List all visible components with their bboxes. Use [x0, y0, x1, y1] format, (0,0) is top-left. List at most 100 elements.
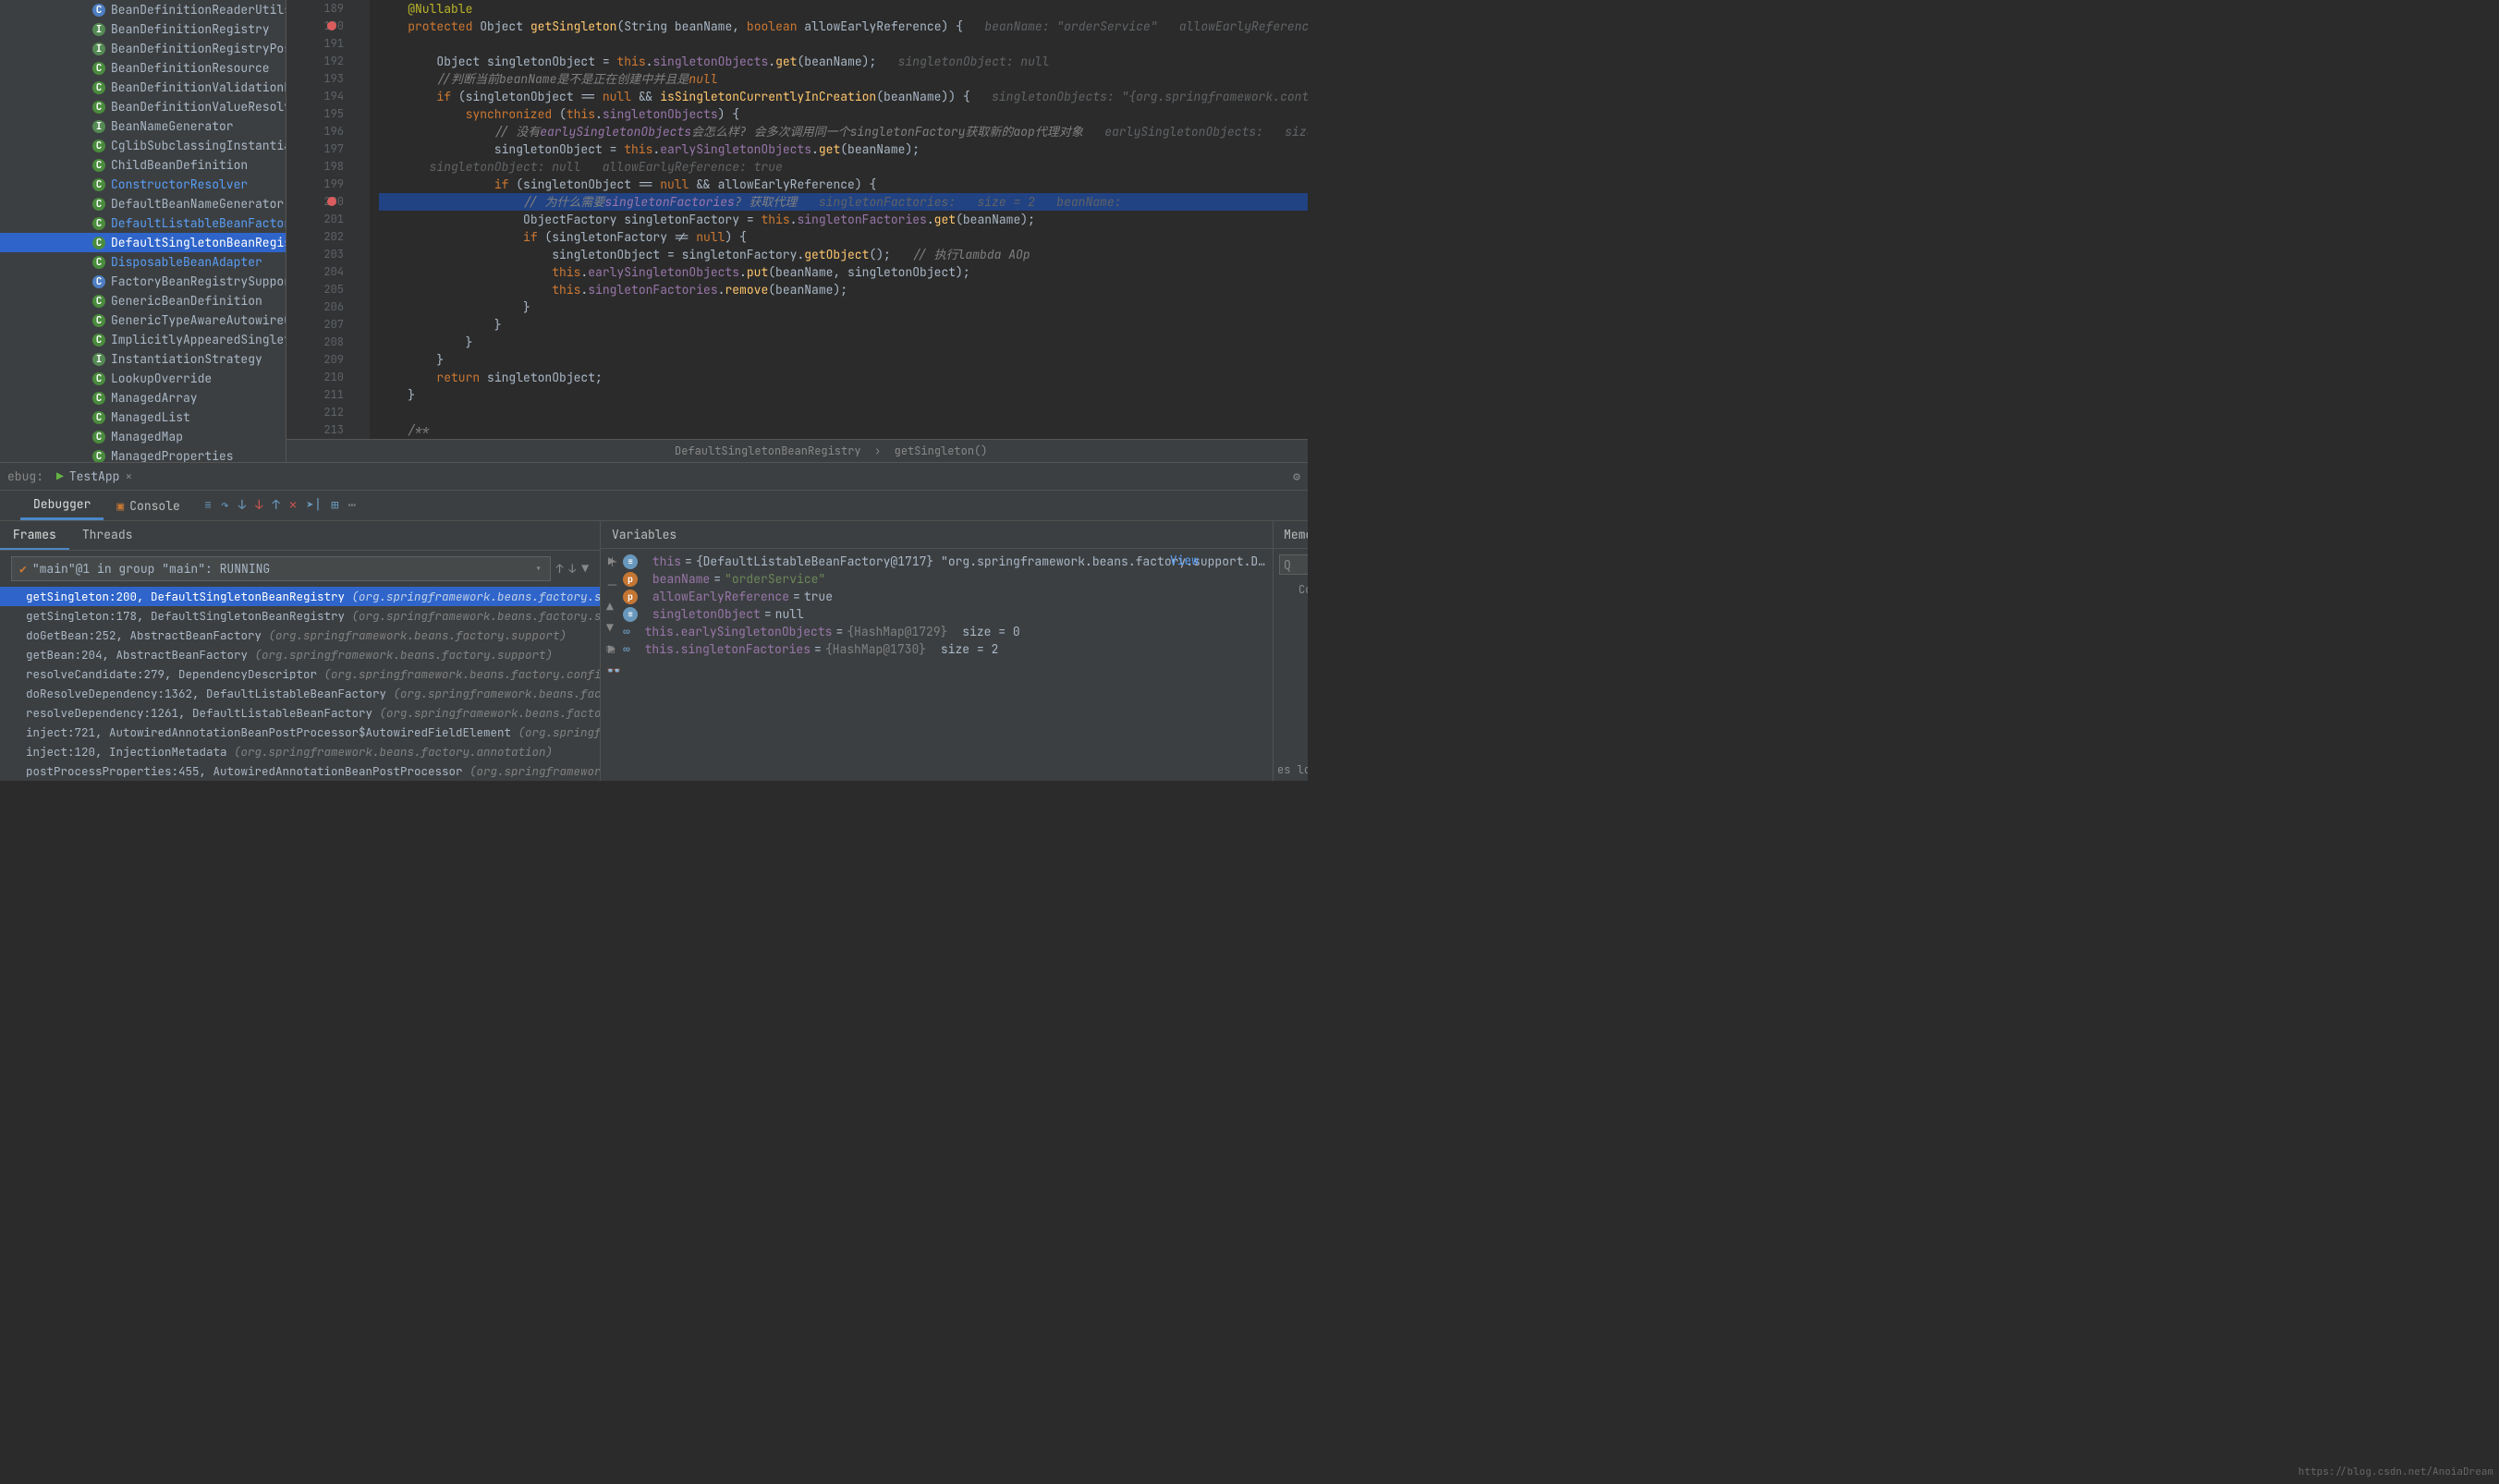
step-into-icon[interactable]: ↓ [238, 497, 246, 514]
tab-console[interactable]: ▣ Console [104, 493, 192, 519]
tree-item[interactable]: CGenericBeanDefinition [0, 291, 286, 310]
class-icon: C [92, 392, 105, 405]
tree-item[interactable]: CBeanDefinitionResource [0, 58, 286, 78]
editor: 1891901911921931941951961971981992002012… [286, 0, 1308, 462]
class-icon: C [92, 159, 105, 172]
variable-row[interactable]: p beanName = "orderService" [608, 570, 1265, 588]
tree-item-label: BeanDefinitionRegistryPostP [111, 41, 286, 56]
stack-frame[interactable]: doResolveDependency:1362, DefaultListabl… [0, 684, 600, 703]
next-frame-icon[interactable]: ↓ [568, 561, 576, 577]
class-icon: I [92, 23, 105, 36]
link-icon: ∞ [623, 624, 630, 639]
code-area[interactable]: @Nullable protected Object getSingleton(… [370, 0, 1308, 439]
tree-item-label: ManagedList [111, 409, 190, 425]
debug-header: ebug: ▶ TestApp × ⚙ [0, 463, 1308, 491]
tree-item-label: DefaultBeanNameGenerator [111, 196, 284, 212]
tree-item[interactable]: CConstructorResolver [0, 175, 286, 194]
watch-glasses-icon[interactable]: 👓 [606, 663, 621, 678]
tree-item[interactable]: CManagedList [0, 407, 286, 427]
tree-item[interactable]: CFactoryBeanRegistrySupport [0, 272, 286, 291]
step-out-icon[interactable]: ↑ [273, 497, 280, 514]
filter-frames-icon[interactable]: ▼ [581, 561, 589, 577]
step-over-icon[interactable]: ↷ [221, 497, 228, 514]
stack-frame[interactable]: inject:120, InjectionMetadata (org.sprin… [0, 742, 600, 761]
variable-row[interactable]: ≡ singletonObject = null [608, 605, 1265, 623]
tree-item[interactable]: CChildBeanDefinition [0, 155, 286, 175]
variable-row[interactable]: ▶∞ this.singletonFactories = {HashMap@17… [608, 640, 1265, 658]
stack-frame[interactable]: doGetBean:252, AbstractBeanFactory (org.… [0, 626, 600, 645]
variables-title: Variables [612, 527, 677, 542]
tree-item[interactable]: IBeanNameGenerator [0, 116, 286, 136]
class-icon: C [92, 81, 105, 94]
tree-item[interactable]: CDefaultListableBeanFactory [0, 213, 286, 233]
tree-item[interactable]: IBeanDefinitionRegistry [0, 19, 286, 39]
force-step-into-icon[interactable]: ↓ [255, 497, 262, 514]
class-icon: C [92, 178, 105, 191]
stack-frame[interactable]: getSingleton:200, DefaultSingletonBeanRe… [0, 587, 600, 606]
class-icon: C [92, 450, 105, 463]
memory-search[interactable]: Q [1279, 554, 1308, 575]
tree-item[interactable]: CGenericTypeAwareAutowireC [0, 310, 286, 330]
show-exec-point-icon[interactable]: ≡ [204, 497, 212, 514]
tree-item-label: BeanDefinitionResource [111, 60, 270, 76]
stack-frame[interactable]: inject:721, AutowiredAnnotationBeanPostP… [0, 723, 600, 742]
tree-item[interactable]: CDefaultBeanNameGenerator [0, 194, 286, 213]
tree-item[interactable]: CLookupOverride [0, 369, 286, 388]
tree-item[interactable]: CBeanDefinitionValidationExc [0, 78, 286, 97]
run-config-tab[interactable]: ▶ TestApp × [51, 467, 138, 486]
tab-debugger[interactable]: Debugger [20, 491, 104, 520]
stack-frame[interactable]: getSingleton:178, DefaultSingletonBeanRe… [0, 606, 600, 626]
tree-item[interactable]: CManagedMap [0, 427, 286, 446]
new-watch-icon[interactable]: ＋ [606, 553, 621, 570]
call-stack[interactable]: getSingleton:200, DefaultSingletonBeanRe… [0, 587, 600, 781]
class-icon: C [92, 314, 105, 327]
tree-item[interactable]: CManagedArray [0, 388, 286, 407]
run-to-cursor-icon[interactable]: ➤| [306, 497, 322, 514]
more-icon[interactable]: ⋯ [348, 497, 356, 514]
variables-panel: Variables ▶≡ this = {DefaultListableBean… [601, 521, 1273, 781]
chevron-down-icon[interactable]: ▾ [535, 561, 542, 577]
remove-watch-icon[interactable]: － [606, 576, 621, 593]
tree-item-label: ImplicitlyAppearedSingletonE [111, 332, 286, 347]
tree-item[interactable]: IBeanDefinitionRegistryPostP [0, 39, 286, 58]
view-link[interactable]: View [1170, 553, 1199, 568]
breadcrumbs[interactable]: DefaultSingletonBeanRegistry › getSingle… [286, 439, 1308, 462]
tree-item[interactable]: CDefaultSingletonBeanRegistr [0, 233, 286, 252]
crumb-class[interactable]: DefaultSingletonBeanRegistry [675, 444, 861, 458]
drop-frame-icon[interactable]: ✕ [289, 497, 297, 514]
tree-item[interactable]: CDisposableBeanAdapter [0, 252, 286, 272]
class-icon: C [92, 256, 105, 269]
thread-selector[interactable]: ✔ "main"@1 in group "main": RUNNING ▾ [11, 556, 551, 581]
tree-item[interactable]: IInstantiationStrategy [0, 349, 286, 369]
stack-frame[interactable]: resolveCandidate:279, DependencyDescript… [0, 664, 600, 684]
project-tree[interactable]: CBeanDefinitionReaderUtilsIBeanDefinitio… [0, 0, 286, 462]
copy-watch-icon[interactable]: ⧉ [606, 641, 621, 657]
crumb-sep: › [868, 444, 895, 458]
variable-row[interactable]: p allowEarlyReference = true [608, 588, 1265, 605]
watch-up-icon[interactable]: ▲ [606, 599, 621, 614]
eval-expr-icon[interactable]: ⊞ [331, 497, 338, 514]
gear-icon[interactable]: ⚙ [1293, 468, 1300, 484]
stack-frame[interactable]: getBean:204, AbstractBeanFactory (org.sp… [0, 645, 600, 664]
tree-item[interactable]: CCglibSubclassingInstantiationStrategy [0, 136, 286, 155]
link-icon: ∞ [623, 641, 630, 657]
tree-item[interactable]: CBeanDefinitionValueResolver [0, 97, 286, 116]
crumb-method[interactable]: getSingleton() [895, 444, 988, 458]
close-icon[interactable]: × [125, 468, 132, 484]
stack-frame[interactable]: resolveDependency:1261, DefaultListableB… [0, 703, 600, 723]
tree-item-label: ManagedProperties [111, 448, 234, 462]
variables-tree[interactable]: ▶≡ this = {DefaultListableBeanFactory@17… [601, 549, 1273, 781]
variable-row[interactable]: ▶≡ this = {DefaultListableBeanFactory@17… [608, 553, 1265, 570]
line-gutter[interactable]: 1891901911921931941951961971981992002012… [286, 0, 370, 439]
variable-row[interactable]: ∞ this.earlySingletonObjects = {HashMap@… [608, 623, 1265, 640]
stack-frame[interactable]: postProcessProperties:455, AutowiredAnno… [0, 761, 600, 781]
watch-down-icon[interactable]: ▼ [606, 620, 621, 636]
tree-item-label: LookupOverride [111, 371, 212, 386]
tree-item[interactable]: CBeanDefinitionReaderUtils [0, 0, 286, 19]
subtab-frames[interactable]: Frames [0, 521, 69, 550]
subtab-threads[interactable]: Threads [69, 521, 146, 550]
tree-item[interactable]: CImplicitlyAppearedSingletonE [0, 330, 286, 349]
prev-frame-icon[interactable]: ↑ [556, 561, 564, 577]
tree-item-label: GenericBeanDefinition [111, 293, 262, 309]
tree-item[interactable]: C ManagedProperties [0, 446, 286, 462]
